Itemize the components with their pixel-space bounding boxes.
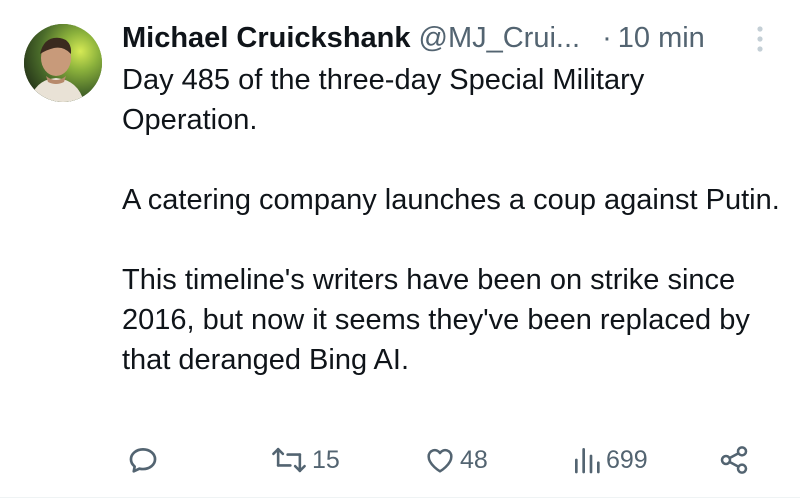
avatar[interactable]	[24, 24, 102, 102]
like-count: 48	[460, 445, 488, 474]
tweet-paragraph: Day 485 of the three-day Special Militar…	[122, 64, 645, 136]
header-separator: ·	[602, 21, 612, 54]
tweet-text: Day 485 of the three-day Special Militar…	[122, 60, 782, 380]
views-icon	[575, 448, 600, 474]
retweet-count: 15	[312, 445, 340, 474]
views-count: 699	[606, 445, 648, 474]
reply-icon	[129, 448, 157, 473]
views-button[interactable]: 699	[572, 440, 648, 480]
divider	[0, 497, 800, 498]
share-button[interactable]	[718, 440, 750, 480]
tweet-header: Michael Cruickshank @MJ_Crui... · 10 min	[122, 18, 782, 58]
like-button[interactable]: 48	[424, 440, 488, 480]
tweet-card[interactable]: Michael Cruickshank @MJ_Crui... · 10 min…	[0, 0, 800, 502]
retweet-button[interactable]: 15	[270, 440, 340, 480]
retweet-icon	[272, 447, 306, 473]
profile-photo-icon	[24, 24, 102, 102]
tweet-timestamp[interactable]: 10 min	[618, 22, 705, 55]
more-options-icon[interactable]	[752, 24, 768, 54]
tweet-actions: 15 48 699	[0, 440, 800, 480]
author-handle[interactable]: @MJ_Crui...	[419, 22, 581, 55]
reply-button[interactable]	[126, 440, 164, 480]
tweet-paragraph: This timeline's writers have been on str…	[122, 264, 750, 376]
tweet-paragraph: A catering company launches a coup again…	[122, 184, 780, 216]
heart-icon	[427, 448, 453, 473]
share-icon	[720, 446, 748, 474]
author-display-name[interactable]: Michael Cruickshank	[122, 22, 411, 55]
